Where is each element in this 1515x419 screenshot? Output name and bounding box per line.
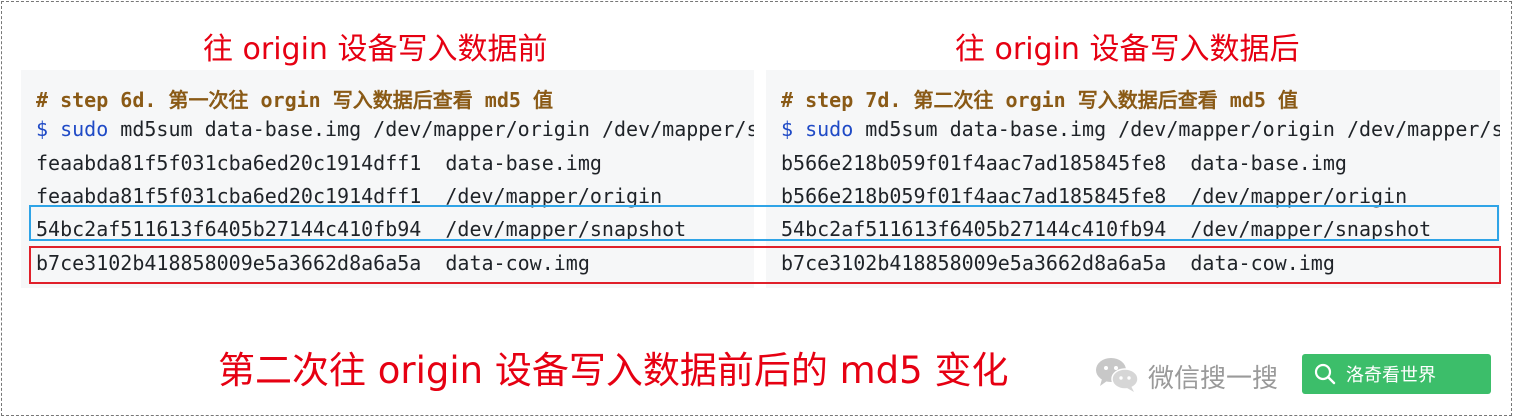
right-prompt: $ — [781, 117, 794, 141]
left-comment-line: # step 6d. 第一次往 orgin 写入数据后查看 md5 值 — [36, 88, 553, 112]
wechat-logo-icon — [1096, 358, 1139, 392]
right-output-row: b566e218b059f01f4aac7ad185845fe8 data-ba… — [781, 151, 1347, 175]
right-code-panel: # step 7d. 第二次往 orgin 写入数据后查看 md5 值 $ su… — [766, 70, 1500, 288]
left-output-row: 54bc2af511613f6405b27144c410fb94 /dev/ma… — [36, 217, 687, 241]
left-prompt: $ — [36, 117, 49, 141]
left-command-line: $ sudo md5sum data-base.img /dev/mapper/… — [36, 117, 754, 141]
left-output-row: b7ce3102b418858009e5a3662d8a6a5a data-co… — [36, 251, 590, 275]
wechat-search-box[interactable]: 洛奇看世界 — [1302, 354, 1491, 394]
left-sudo: sudo — [60, 117, 109, 141]
left-output-row: feaabda81f5f031cba6ed20c1914dff1 /dev/ma… — [36, 184, 663, 208]
right-sudo: sudo — [805, 117, 854, 141]
search-icon — [1314, 363, 1336, 385]
left-heading: 往 origin 设备写入数据前 — [203, 32, 548, 67]
left-command-text: md5sum data-base.img /dev/mapper/origin … — [108, 117, 754, 141]
right-output-row: 54bc2af511613f6405b27144c410fb94 /dev/ma… — [781, 217, 1432, 241]
wechat-search-text: 洛奇看世界 — [1346, 365, 1436, 386]
right-comment-line: # step 7d. 第二次往 orgin 写入数据后查看 md5 值 — [781, 88, 1298, 112]
left-output-row: feaabda81f5f031cba6ed20c1914dff1 data-ba… — [36, 151, 602, 175]
right-command-line: $ sudo md5sum data-base.img /dev/mapper/… — [781, 117, 1500, 141]
wechat-search-label: 微信搜一搜 — [1148, 364, 1279, 394]
right-output-row: b7ce3102b418858009e5a3662d8a6a5a data-co… — [781, 251, 1335, 275]
caption: 第二次往 origin 设备写入数据前后的 md5 变化 — [218, 349, 1009, 392]
right-heading: 往 origin 设备写入数据后 — [955, 32, 1300, 67]
left-code-panel: # step 6d. 第一次往 orgin 写入数据后查看 md5 值 $ su… — [21, 70, 754, 288]
right-command-text: md5sum data-base.img /dev/mapper/origin … — [853, 117, 1500, 141]
right-output-row: b566e218b059f01f4aac7ad185845fe8 /dev/ma… — [781, 184, 1408, 208]
